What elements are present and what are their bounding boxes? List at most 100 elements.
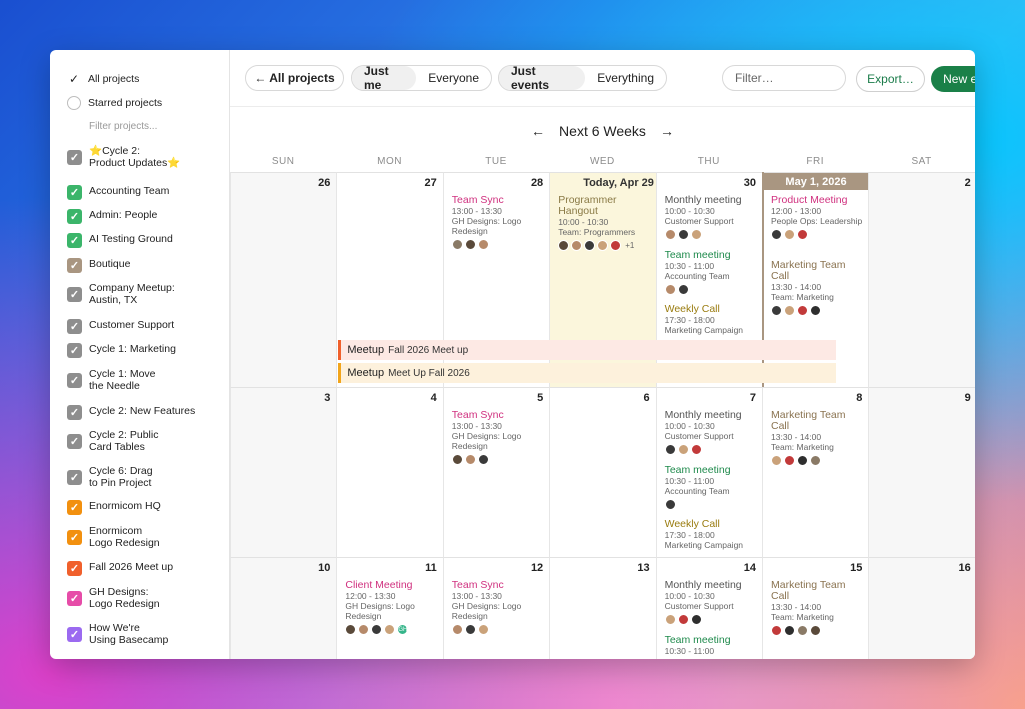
everything-toggle[interactable]: Everything xyxy=(585,66,666,90)
day-cell[interactable]: 26 xyxy=(230,172,337,387)
calendar-event[interactable]: Product Meeting 12:00 - 13:00 People Ops: … xyxy=(771,195,863,240)
day-cell[interactable]: 6 xyxy=(549,387,656,557)
checkbox-icon[interactable]: ✓ xyxy=(67,470,82,485)
avatar[interactable] xyxy=(464,454,476,465)
avatar[interactable] xyxy=(664,499,676,510)
multiday-event-bar[interactable]: Meetup Meet Up Fall 2026 xyxy=(338,363,837,383)
project-item[interactable]: ✓ Cycle 1: Marketing xyxy=(67,343,176,358)
day-cell[interactable]: 4 xyxy=(336,387,443,557)
export-button[interactable]: Export… xyxy=(856,66,925,92)
checkbox-icon[interactable]: ✓ xyxy=(67,150,82,165)
project-item[interactable]: ✓ Enormicom Logo Redesign xyxy=(67,525,160,549)
avatar[interactable] xyxy=(384,624,396,635)
avatar[interactable] xyxy=(784,625,795,636)
just-me-toggle[interactable]: Just me xyxy=(352,64,417,92)
avatar[interactable] xyxy=(371,624,383,635)
calendar-event[interactable]: Weekly Call 17:30 - 18:00 Marketing Campai… xyxy=(665,519,757,551)
filter-input[interactable]: Filter… xyxy=(722,65,846,91)
checkbox-icon[interactable]: ✓ xyxy=(67,627,82,642)
more-attendees-badge[interactable]: +1 xyxy=(625,241,634,250)
calendar-event[interactable]: Weekly Call 17:30 - 18:00 Marketing Campai… xyxy=(665,304,757,336)
all-projects-button[interactable]: ← All projects xyxy=(245,65,344,91)
avatar[interactable] xyxy=(677,614,689,625)
next-arrow-icon[interactable]: → xyxy=(660,123,674,139)
avatar[interactable] xyxy=(797,229,808,240)
avatar[interactable] xyxy=(797,305,808,316)
avatar[interactable] xyxy=(771,455,782,466)
avatar[interactable] xyxy=(664,444,676,455)
project-item[interactable]: ✓ Cycle 2: New Features xyxy=(67,405,195,420)
filter-projects-input[interactable]: Filter projects... xyxy=(89,121,157,132)
day-cell[interactable]: 9 xyxy=(868,387,975,557)
calendar-event[interactable]: Monthly meeting 10:00 - 10:30 Customer Sup… xyxy=(664,195,757,240)
avatar[interactable] xyxy=(571,240,583,251)
avatar-badge[interactable]: GH xyxy=(397,624,409,635)
checkbox-icon[interactable]: ✓ xyxy=(67,434,82,449)
avatar[interactable] xyxy=(664,284,676,295)
starred-projects-option[interactable]: Starred projects xyxy=(67,96,162,110)
project-item[interactable]: ✓ Cycle 6: Drag to Pin Project xyxy=(67,465,153,489)
everyone-toggle[interactable]: Everyone xyxy=(416,66,491,90)
project-item[interactable]: ✓ AI Testing Ground xyxy=(67,233,173,248)
project-item[interactable]: ✓ Company Meetup: Austin, TX xyxy=(67,282,175,306)
calendar-event[interactable]: Marketing Team Call 13:30 - 14:00 Team: Ma… xyxy=(771,260,863,316)
checkbox-icon[interactable]: ✓ xyxy=(67,319,82,334)
calendar-event[interactable]: Team meeting 10:30 - 11:00 Accounting Team xyxy=(664,250,757,295)
project-item[interactable]: ✓ Enormicom HQ xyxy=(67,500,161,515)
calendar-event[interactable]: Team meeting 10:30 - 11:00 Accounting Team xyxy=(664,465,757,510)
checkbox-icon[interactable]: ✓ xyxy=(67,343,82,358)
project-item[interactable]: ✓ How We're Using Basecamp xyxy=(67,622,168,646)
calendar-event[interactable]: Team meeting 10:30 - 11:00 xyxy=(665,635,757,657)
avatar[interactable] xyxy=(477,454,489,465)
avatar[interactable] xyxy=(810,455,821,466)
avatar[interactable] xyxy=(797,455,808,466)
new-event-button[interactable]: New event xyxy=(931,66,975,92)
project-item[interactable]: ✓ Cycle 1: Move the Needle xyxy=(67,368,156,392)
all-projects-option[interactable]: ✓ All projects xyxy=(67,72,139,86)
project-item[interactable]: ✓ Boutique xyxy=(67,258,130,273)
multiday-event-bar[interactable]: Meetup Fall 2026 Meet up xyxy=(338,340,837,360)
checkbox-icon[interactable]: ✓ xyxy=(67,500,82,515)
project-item[interactable]: ✓ Customer Support xyxy=(67,319,174,334)
avatar[interactable] xyxy=(451,454,463,465)
day-cell[interactable]: 16 xyxy=(868,557,975,659)
avatar[interactable] xyxy=(477,239,489,250)
calendar-event[interactable]: Team Sync 13:00 - 13:30 GH Designs: Logo R… xyxy=(451,195,544,250)
avatar[interactable] xyxy=(597,240,609,251)
avatar[interactable] xyxy=(477,624,489,635)
avatar[interactable] xyxy=(464,239,476,250)
avatar[interactable] xyxy=(584,240,596,251)
checkbox-icon[interactable]: ✓ xyxy=(67,258,82,273)
avatar[interactable] xyxy=(677,284,689,295)
avatar[interactable] xyxy=(771,625,782,636)
day-cell[interactable]: 3 xyxy=(230,387,337,557)
avatar[interactable] xyxy=(345,624,357,635)
checkbox-icon[interactable]: ✓ xyxy=(67,561,82,576)
avatar[interactable] xyxy=(690,229,702,240)
avatar[interactable] xyxy=(677,444,689,455)
avatar[interactable] xyxy=(690,614,702,625)
avatar[interactable] xyxy=(464,624,476,635)
project-item[interactable]: ✓ ⭐Cycle 2: Product Updates⭐ xyxy=(67,145,180,169)
avatar[interactable] xyxy=(690,444,702,455)
day-cell[interactable]: 10 xyxy=(230,557,337,659)
calendar-event[interactable]: Monthly meeting 10:00 - 10:30 Customer Sup… xyxy=(664,580,757,625)
calendar-event[interactable]: Monthly meeting 10:00 - 10:30 Customer Sup… xyxy=(664,410,757,455)
checkbox-icon[interactable]: ✓ xyxy=(67,591,82,606)
avatar[interactable] xyxy=(451,624,463,635)
avatar[interactable] xyxy=(784,455,795,466)
project-item[interactable]: ✓ Accounting Team xyxy=(67,185,169,200)
prev-arrow-icon[interactable]: ← xyxy=(531,123,545,139)
just-events-toggle[interactable]: Just events xyxy=(499,64,586,92)
checkbox-icon[interactable]: ✓ xyxy=(67,373,82,388)
avatar[interactable] xyxy=(810,625,821,636)
avatar[interactable] xyxy=(784,229,795,240)
calendar-event[interactable]: Marketing Team Call 13:30 - 14:00 Team: Ma… xyxy=(771,580,863,636)
project-item[interactable]: ✓ GH Designs: Logo Redesign xyxy=(67,586,160,610)
avatar[interactable] xyxy=(610,240,622,251)
avatar[interactable] xyxy=(558,240,570,251)
avatar[interactable] xyxy=(677,229,689,240)
avatar[interactable] xyxy=(784,305,795,316)
day-cell[interactable]: 13 xyxy=(549,557,656,659)
avatar[interactable] xyxy=(771,305,782,316)
